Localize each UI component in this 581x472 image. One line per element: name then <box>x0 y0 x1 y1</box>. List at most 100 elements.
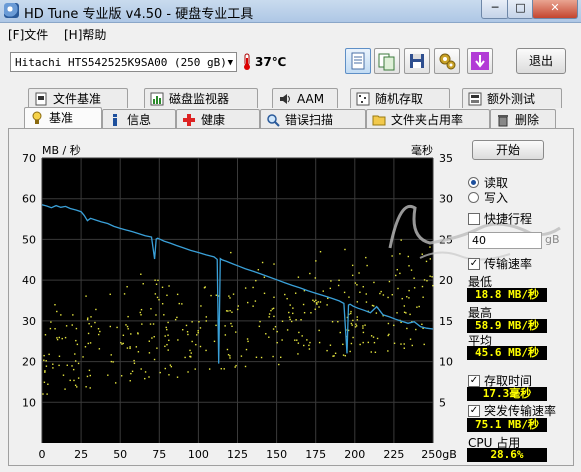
access-time-point <box>339 331 341 334</box>
short-stroke-checkbox[interactable] <box>468 213 480 225</box>
exit-button[interactable]: 退出 <box>516 48 566 74</box>
access-time-point <box>224 334 227 336</box>
access-time-point <box>372 336 375 338</box>
short-stroke-label: 快捷行程 <box>484 212 533 226</box>
access-time-point <box>396 312 398 314</box>
access-time-point <box>235 364 237 367</box>
tab-label: AAM <box>297 92 325 106</box>
disk-monitor-icon <box>150 92 164 106</box>
access-time-point <box>85 295 87 297</box>
access-time-point <box>43 359 45 361</box>
access-time-point <box>292 312 294 315</box>
access-time-point <box>403 311 406 313</box>
save-button[interactable] <box>404 48 430 74</box>
tab-file-benchmark[interactable]: 文件基准 <box>28 88 128 108</box>
access-time-point <box>72 368 75 371</box>
access-time-point <box>270 309 272 312</box>
tab-benchmark[interactable]: 基准 <box>24 107 102 129</box>
access-time-point <box>174 318 177 321</box>
access-time-point <box>432 284 434 287</box>
burst-rate-checkbox[interactable]: ✓ <box>468 405 480 417</box>
access-time-point <box>263 276 266 278</box>
maximize-button[interactable]: □ <box>507 0 534 19</box>
y-tick-label: 60 <box>22 193 36 206</box>
access-time-point <box>330 280 332 282</box>
access-time-point <box>301 335 303 337</box>
access-time-point <box>387 322 390 325</box>
short-stroke-input[interactable]: 40 <box>468 232 542 249</box>
y-tick-label: 40 <box>22 274 36 287</box>
access-time-point <box>314 277 317 279</box>
access-time-point <box>158 299 160 301</box>
access-time-point <box>148 340 150 342</box>
download-button[interactable] <box>467 48 493 74</box>
access-time-point <box>131 370 134 373</box>
tab-folder-usage[interactable]: 文件夹占用率 <box>366 109 490 129</box>
copy-text-button[interactable] <box>345 48 371 74</box>
access-time-point <box>388 280 391 283</box>
access-time-point <box>342 343 344 346</box>
tab-health[interactable]: 健康 <box>176 109 260 129</box>
access-time-point <box>290 320 293 323</box>
tab-info[interactable]: 信息 <box>102 109 176 129</box>
access-time-point <box>72 314 74 316</box>
access-time-point <box>187 371 189 373</box>
access-time-point <box>310 312 312 314</box>
access-time-point <box>140 273 142 275</box>
access-time-point <box>89 342 92 344</box>
access-time-point <box>110 360 113 363</box>
gears-icon <box>439 53 456 70</box>
y2-tick-label: 10 <box>439 356 453 369</box>
y2-tick-label: 15 <box>439 315 453 328</box>
write-radio[interactable] <box>468 192 479 203</box>
access-time-point <box>232 293 235 295</box>
access-time-point <box>418 305 420 308</box>
access-time-point <box>231 325 233 327</box>
access-time-point <box>298 331 300 334</box>
tab-label: 文件夹占用率 <box>391 113 464 127</box>
access-time-point <box>227 354 230 356</box>
access-time-point <box>199 345 202 348</box>
minimize-button[interactable]: ─ <box>481 0 509 19</box>
menu-file[interactable]: [F]文件 <box>8 26 48 43</box>
access-time-point <box>276 330 278 333</box>
close-button[interactable]: ✕ <box>532 0 578 19</box>
access-time-point <box>365 301 368 303</box>
access-time-point <box>295 319 297 321</box>
menu-help[interactable]: [H]帮助 <box>64 26 106 43</box>
access-time-point <box>403 347 405 349</box>
copy-icon <box>378 53 395 71</box>
tab-disk-monitor[interactable]: 磁盘监视器 <box>144 88 258 108</box>
access-time-point <box>278 363 280 366</box>
read-radio[interactable] <box>468 177 479 188</box>
tab-error-scan[interactable]: 错误扫描 <box>260 109 366 129</box>
access-time-point <box>45 360 47 362</box>
tab-extra-tests[interactable]: 额外测试 <box>462 88 562 108</box>
access-time-point <box>176 376 179 378</box>
access-time-point <box>114 382 117 384</box>
copy-screenshot-button[interactable] <box>374 48 400 74</box>
tab-erase[interactable]: 删除 <box>490 109 556 129</box>
options-button[interactable] <box>434 48 460 74</box>
start-button[interactable]: 开始 <box>472 140 544 160</box>
access-time-point <box>177 339 179 341</box>
access-time-point <box>234 366 236 368</box>
access-time-point <box>429 275 431 277</box>
access-time-point <box>358 272 360 274</box>
tab-random-access[interactable]: 随机存取 <box>350 88 450 108</box>
access-time-point <box>344 248 346 251</box>
x-tick-label: 50 <box>113 448 127 461</box>
access-time-point <box>297 276 300 278</box>
tab-aam[interactable]: AAM <box>272 88 338 108</box>
access-time-point <box>156 296 159 299</box>
access-time-checkbox[interactable]: ✓ <box>468 375 480 387</box>
trash-icon <box>498 115 508 127</box>
access-time-point <box>90 325 93 328</box>
transfer-rate-checkbox[interactable]: ✓ <box>468 258 480 270</box>
access-time-point <box>247 301 249 304</box>
access-time-point <box>348 296 350 298</box>
access-time-point <box>116 326 118 329</box>
access-time-point <box>273 263 275 265</box>
access-time-point <box>199 327 202 329</box>
drive-select[interactable]: Hitachi HTS542525K9SA00 (250 gB) ▼ <box>10 52 237 72</box>
